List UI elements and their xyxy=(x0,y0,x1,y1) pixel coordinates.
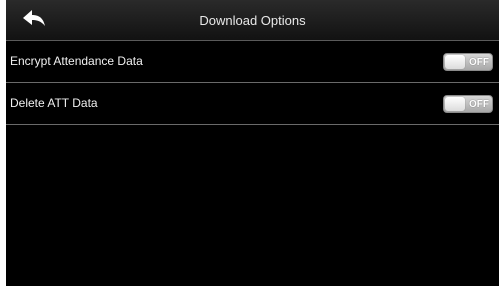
header-bar: Download Options xyxy=(6,0,499,41)
setting-label: Delete ATT Data xyxy=(10,96,98,110)
setting-row-delete-att-data[interactable]: Delete ATT Data OFF xyxy=(6,83,499,125)
back-button[interactable] xyxy=(10,2,58,36)
toggle-knob xyxy=(445,55,465,69)
toggle-state-label: OFF xyxy=(469,99,489,110)
toggle-state-label: OFF xyxy=(469,57,489,68)
delete-att-data-toggle[interactable]: OFF xyxy=(443,95,493,113)
back-arrow-icon xyxy=(23,10,45,26)
screen: Download Options Encrypt Attendance Data… xyxy=(6,0,499,286)
page-title: Download Options xyxy=(199,13,306,28)
setting-row-encrypt-attendance-data[interactable]: Encrypt Attendance Data OFF xyxy=(6,41,499,83)
encrypt-attendance-data-toggle[interactable]: OFF xyxy=(443,53,493,71)
toggle-knob xyxy=(445,97,465,111)
setting-label: Encrypt Attendance Data xyxy=(10,54,143,68)
